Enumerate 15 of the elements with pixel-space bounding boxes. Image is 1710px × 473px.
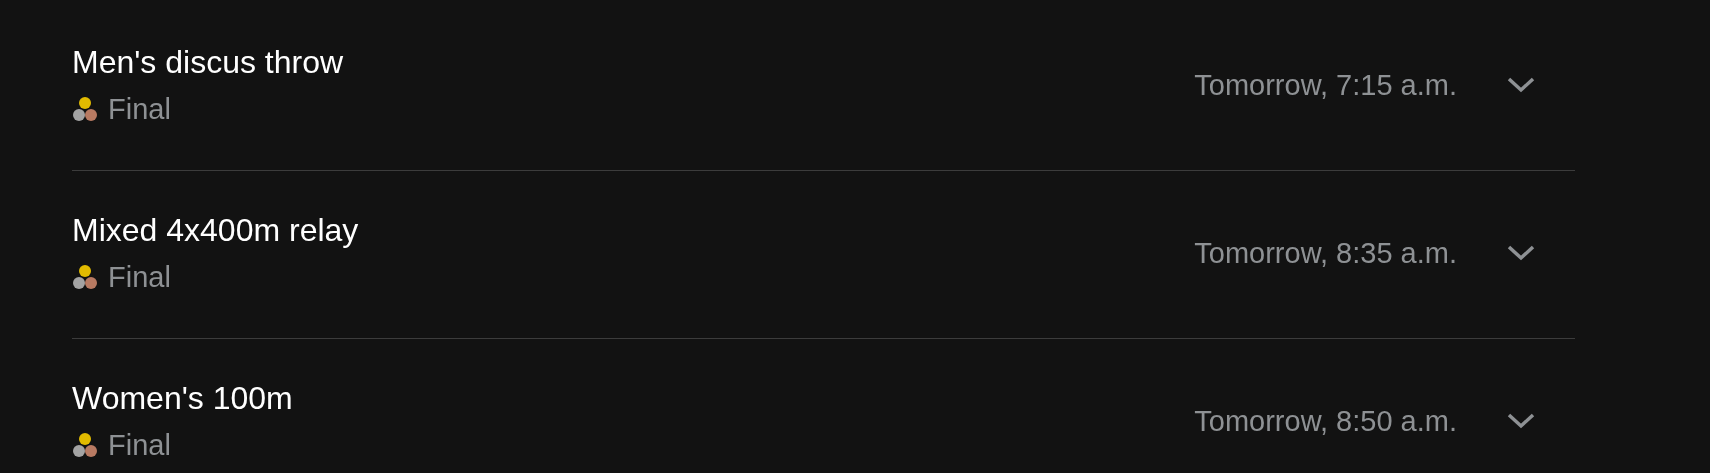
chevron-icon[interactable] xyxy=(1507,245,1535,261)
round-label: Final xyxy=(108,260,171,295)
event-title: Women's 100m xyxy=(72,379,293,417)
chevron-icon[interactable] xyxy=(1507,77,1535,93)
medals-icon xyxy=(72,264,98,290)
medals-icon xyxy=(72,432,98,458)
round-label: Final xyxy=(108,92,171,127)
medals-icon xyxy=(72,96,98,122)
event-time: Tomorrow, 8:50 a.m. xyxy=(1194,404,1457,438)
chevron-icon[interactable] xyxy=(1507,413,1535,429)
event-title: Men's discus throw xyxy=(72,43,344,81)
round-label: Final xyxy=(108,428,171,463)
event-title: Mixed 4x400m relay xyxy=(72,211,359,249)
event-time: Tomorrow, 7:15 a.m. xyxy=(1194,68,1457,102)
event-time: Tomorrow, 8:35 a.m. xyxy=(1194,236,1457,270)
